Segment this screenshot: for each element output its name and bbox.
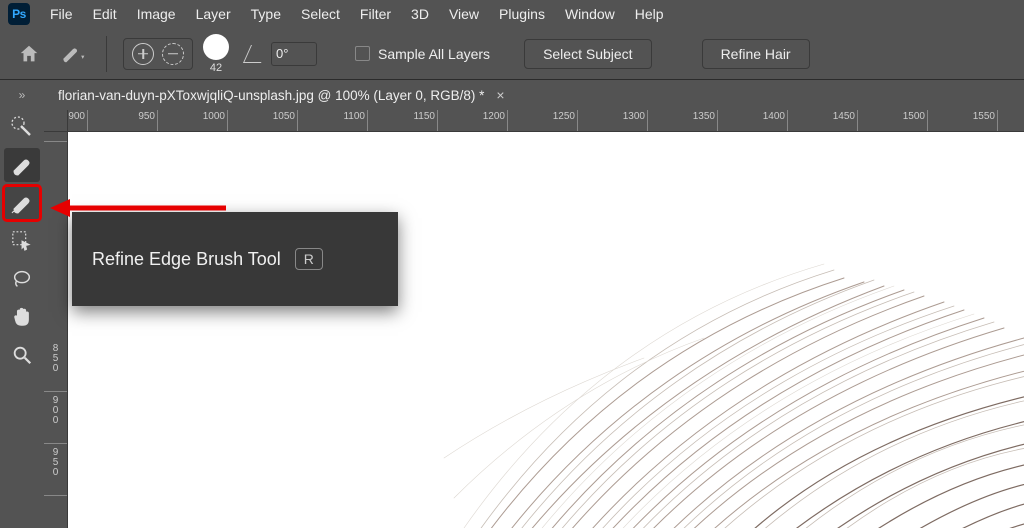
menu-view[interactable]: View bbox=[439, 2, 489, 26]
object-selection-tool[interactable] bbox=[4, 224, 40, 258]
ruler-h-tick: 1150 bbox=[388, 110, 438, 131]
select-subject-button[interactable]: Select Subject bbox=[524, 39, 652, 69]
home-icon bbox=[18, 43, 40, 65]
ruler-h-tick: 1400 bbox=[738, 110, 788, 131]
quick-selection-tool[interactable] bbox=[4, 110, 40, 144]
sample-all-layers-option[interactable]: Sample All Layers bbox=[355, 46, 490, 62]
menu-filter[interactable]: Filter bbox=[350, 2, 401, 26]
subtract-from-selection-icon[interactable] bbox=[162, 43, 184, 65]
lasso-tool[interactable] bbox=[4, 262, 40, 296]
tool-tooltip: Refine Edge Brush Tool R bbox=[72, 212, 398, 306]
home-button[interactable] bbox=[12, 37, 46, 71]
tool-preset-button[interactable] bbox=[56, 37, 90, 71]
ruler-vertical[interactable]: 850900950 0 bbox=[44, 132, 68, 528]
ruler-h-tick: 1500 bbox=[878, 110, 928, 131]
brush-tool[interactable] bbox=[4, 148, 40, 182]
tooltip-title: Refine Edge Brush Tool bbox=[92, 249, 281, 270]
ruler-horizontal[interactable]: 900 950 1000 1050 1100 1150 1200 1250 1300 1350 14… bbox=[68, 110, 1024, 132]
menu-window[interactable]: Window bbox=[555, 2, 625, 26]
ruler-h-tick: 1250 bbox=[528, 110, 578, 131]
menu-bar: Ps File Edit Image Layer Type Select Fil… bbox=[0, 0, 1024, 28]
zoom-tool[interactable] bbox=[4, 338, 40, 372]
hand-icon bbox=[11, 306, 33, 328]
brush-add-subtract[interactable] bbox=[123, 38, 193, 70]
ruler-corner bbox=[44, 110, 68, 132]
hand-tool[interactable] bbox=[4, 300, 40, 334]
brush-angle-input[interactable] bbox=[271, 42, 317, 66]
wand-brush-icon bbox=[10, 115, 34, 139]
ruler-h-tick: 1450 bbox=[808, 110, 858, 131]
add-to-selection-icon[interactable] bbox=[132, 43, 154, 65]
brush-angle-control bbox=[247, 42, 317, 66]
tools-panel bbox=[0, 80, 44, 528]
brush-dot-icon bbox=[203, 34, 229, 60]
angle-icon bbox=[243, 45, 269, 63]
ruler-h-tick: 1200 bbox=[458, 110, 508, 131]
sample-all-layers-label: Sample All Layers bbox=[378, 46, 490, 62]
app-logo-text: Ps bbox=[12, 7, 26, 21]
canvas[interactable] bbox=[68, 132, 1024, 528]
ruler-h-tick: 1550 bbox=[948, 110, 998, 131]
refine-hair-button[interactable]: Refine Hair bbox=[702, 39, 810, 69]
divider bbox=[106, 36, 107, 72]
ruler-v-tick: 900 bbox=[44, 394, 67, 444]
ruler-v-tick: 950 bbox=[44, 446, 67, 496]
document-tab[interactable]: florian-van-duyn-pXToxwjqliQ-unsplash.jp… bbox=[44, 80, 1024, 110]
document-tab-title: florian-van-duyn-pXToxwjqliQ-unsplash.jp… bbox=[58, 88, 484, 103]
menu-file[interactable]: File bbox=[40, 2, 83, 26]
ruler-h-tick: 1050 bbox=[248, 110, 298, 131]
menu-plugins[interactable]: Plugins bbox=[489, 2, 555, 26]
menu-type[interactable]: Type bbox=[241, 2, 291, 26]
menu-layer[interactable]: Layer bbox=[186, 2, 241, 26]
checkbox-icon[interactable] bbox=[355, 46, 370, 61]
brush-icon bbox=[10, 153, 34, 177]
close-tab-button[interactable]: × bbox=[496, 87, 504, 103]
ruler-h-tick: 1300 bbox=[598, 110, 648, 131]
marquee-cursor-icon bbox=[11, 230, 33, 252]
brush-preview[interactable]: 42 bbox=[203, 34, 229, 74]
ruler-h-tick: 900 bbox=[68, 110, 88, 131]
menu-image[interactable]: Image bbox=[127, 2, 186, 26]
menu-3d[interactable]: 3D bbox=[401, 2, 439, 26]
ruler-h-tick: 1350 bbox=[668, 110, 718, 131]
magnifier-icon bbox=[11, 344, 33, 366]
ruler-v-tick: 850 bbox=[44, 342, 67, 392]
ruler-h-tick: 950 bbox=[108, 110, 158, 131]
menu-select[interactable]: Select bbox=[291, 2, 350, 26]
app-logo: Ps bbox=[8, 3, 30, 25]
brush-preset-icon bbox=[60, 43, 86, 65]
options-bar: 42 Sample All Layers Select Subject Refi… bbox=[0, 28, 1024, 80]
refine-edge-brush-tool[interactable] bbox=[4, 186, 40, 220]
brush-size-value: 42 bbox=[210, 62, 222, 74]
tooltip-shortcut: R bbox=[295, 248, 323, 270]
lasso-icon bbox=[11, 268, 33, 290]
menu-edit[interactable]: Edit bbox=[83, 2, 127, 26]
ruler-h-tick: 1000 bbox=[178, 110, 228, 131]
image-content bbox=[304, 218, 1024, 528]
ruler-h-tick: 1100 bbox=[318, 110, 368, 131]
menu-help[interactable]: Help bbox=[625, 2, 674, 26]
refine-brush-icon bbox=[10, 191, 34, 215]
